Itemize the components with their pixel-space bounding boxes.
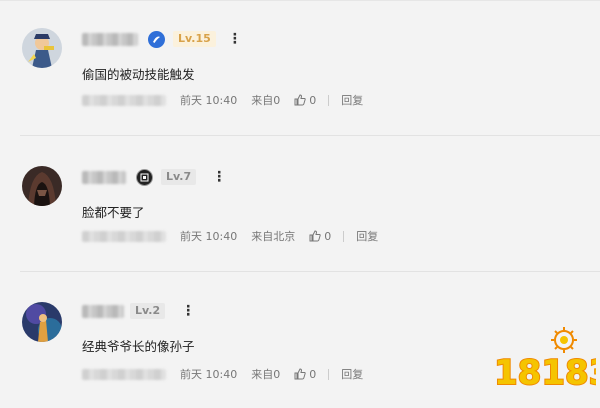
more-options-button[interactable]: ⋮	[212, 169, 227, 185]
author-row: Lv.7 ⋮	[82, 168, 227, 186]
sun-emblem-icon	[551, 327, 577, 353]
comment-item: Lv.7 ⋮ 脸都不要了 前天 10:40 来自北京 0 回复	[0, 136, 600, 272]
comment-text: 偷国的被动技能触发	[82, 67, 195, 82]
comment-meta: 前天 10:40 来自0 0 回复	[82, 366, 363, 382]
comment-time: 前天 10:40	[180, 368, 238, 381]
like-button[interactable]: 0	[294, 94, 316, 107]
watermark-text: 18183	[494, 353, 596, 392]
comment-time: 前天 10:40	[180, 94, 238, 107]
avatar[interactable]	[22, 28, 62, 68]
author-name[interactable]	[82, 170, 126, 184]
like-button[interactable]: 0	[309, 230, 331, 243]
blurred-device	[82, 94, 166, 106]
blue-circle-badge-icon	[148, 30, 165, 48]
blurred-device	[82, 368, 166, 380]
comment-meta: 前天 10:40 来自北京 0 回复	[82, 228, 378, 244]
divider	[328, 368, 330, 380]
comment-feed: Lv.15 ⋮ 偷国的被动技能触发 前天 10:40 来自0 0 回复 Lv.7…	[0, 0, 600, 408]
level-badge: Lv.15	[173, 31, 216, 47]
reply-button[interactable]: 回复	[341, 366, 363, 382]
comment-text: 脸都不要了	[82, 205, 145, 220]
site-watermark-logo: 18183	[492, 326, 600, 394]
blurred-device	[82, 230, 166, 242]
avatar[interactable]	[22, 166, 62, 206]
comment-source: 来自北京	[251, 230, 296, 243]
like-count: 0	[309, 367, 317, 381]
comment-source: 来自0	[251, 368, 281, 381]
thumbs-up-icon	[309, 230, 321, 242]
author-name[interactable]	[82, 304, 124, 318]
author-row: Lv.15 ⋮	[82, 30, 243, 48]
thumbs-up-icon	[294, 368, 306, 380]
reply-button[interactable]: 回复	[356, 228, 378, 244]
thumbs-up-icon	[294, 94, 306, 106]
more-options-button[interactable]: ⋮	[228, 31, 243, 47]
dark-square-badge-icon	[136, 168, 153, 186]
comment-text: 经典爷爷长的像孙子	[82, 339, 195, 354]
level-badge: Lv.2	[130, 303, 166, 319]
comment-source: 来自0	[251, 94, 281, 107]
like-count: 0	[309, 93, 317, 107]
author-row: Lv.2 ⋮	[82, 302, 196, 320]
level-badge: Lv.7	[161, 169, 197, 185]
more-options-button[interactable]: ⋮	[181, 303, 196, 319]
comment-time: 前天 10:40	[180, 230, 238, 243]
divider	[328, 94, 330, 106]
comment-meta: 前天 10:40 来自0 0 回复	[82, 92, 363, 108]
reply-button[interactable]: 回复	[341, 92, 363, 108]
divider	[343, 230, 345, 242]
comment-item: Lv.15 ⋮ 偷国的被动技能触发 前天 10:40 来自0 0 回复	[0, 0, 600, 136]
like-button[interactable]: 0	[294, 368, 316, 381]
author-name[interactable]	[82, 32, 138, 46]
like-count: 0	[324, 229, 332, 243]
avatar[interactable]	[22, 302, 62, 342]
